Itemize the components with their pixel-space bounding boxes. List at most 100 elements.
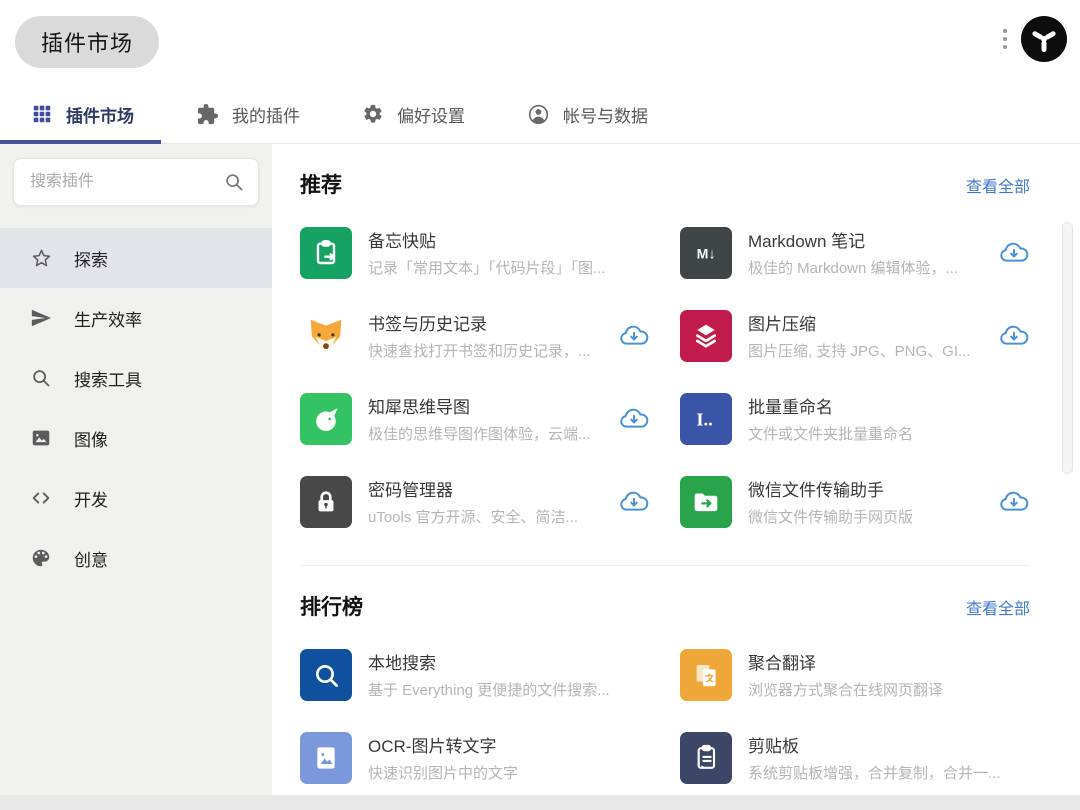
svg-text:I..: I.. <box>696 409 712 429</box>
plugin-grid: 备忘快贴 记录「常用文本」「代码片段」「图... <box>300 211 1030 543</box>
sidebar-item-label: 图像 <box>74 426 108 451</box>
plugin-card[interactable]: 微信文件传输助手 微信文件传输助手网页版 <box>680 460 1030 543</box>
utools-logo-icon <box>1021 16 1067 62</box>
view-all-link[interactable]: 查看全部 <box>966 173 1030 197</box>
plugin-card[interactable]: 本地搜索 基于 Everything 更便捷的文件搜索... <box>300 633 650 716</box>
sidebar-item-label: 开发 <box>74 486 108 511</box>
plugin-description: uTools 官方开源、安全、简洁... <box>368 506 606 527</box>
tab[interactable]: 我的插件 <box>165 85 331 143</box>
plugin-description: 极佳的 Markdown 编辑体验，... <box>748 257 986 278</box>
sidebar-item[interactable]: 图像 <box>0 408 272 468</box>
main-content: 推荐 查看全部 备忘快贴 记录「常用文本」「代码片段」「图... <box>272 144 1080 795</box>
sidebar-item-label: 生产效率 <box>74 306 142 331</box>
plugin-description: 快速查找打开书签和历史记录，... <box>368 340 606 361</box>
send-icon <box>29 307 53 329</box>
sidebar-item[interactable]: 创意 <box>0 528 272 588</box>
plugin-card[interactable]: 聚合翻译 浏览器方式聚合在线网页翻译 <box>680 633 1030 716</box>
plugin-section: 排行榜 查看全部 本地搜索 基于 Everything 更便捷的文件搜索... <box>272 566 1080 795</box>
lock-icon <box>300 476 352 528</box>
category-list: 探索 生产效率 搜索工具 图像 开发 创 <box>0 228 272 588</box>
sidebar-item[interactable]: 探索 <box>0 228 272 288</box>
plugin-description: 浏览器方式聚合在线网页翻译 <box>748 679 1030 700</box>
plugin-card[interactable]: M↓ Markdown 笔记 极佳的 Markdown 编辑体验，... <box>680 211 1030 294</box>
window-bottom-edge <box>0 795 1080 810</box>
account-icon <box>527 103 550 126</box>
tab-label: 偏好设置 <box>397 102 465 127</box>
scrollbar-thumb[interactable] <box>1062 222 1073 474</box>
fox-icon <box>300 310 352 362</box>
header: 插件市场 <box>0 0 1080 85</box>
plugin-name: 聚合翻译 <box>748 649 1030 674</box>
plugin-card[interactable]: 密码管理器 uTools 官方开源、安全、简洁... <box>300 460 650 543</box>
clipboard-export-icon <box>300 227 352 279</box>
cloud-download-icon[interactable] <box>998 323 1030 348</box>
plugin-name: 本地搜索 <box>368 649 650 674</box>
tab-label: 我的插件 <box>232 102 300 127</box>
grid-icon <box>31 103 53 125</box>
tab[interactable]: 偏好设置 <box>331 85 496 143</box>
sidebar-item-label: 创意 <box>74 546 108 571</box>
section-title: 推荐 <box>300 169 342 199</box>
translate-icon <box>680 649 732 701</box>
plugin-name: 批量重命名 <box>748 393 1030 418</box>
plugin-description: 记录「常用文本」「代码片段」「图... <box>368 257 650 278</box>
plugin-section: 推荐 查看全部 备忘快贴 记录「常用文本」「代码片段」「图... <box>272 144 1080 566</box>
plugin-description: 文件或文件夹批量重命名 <box>748 423 1030 444</box>
puzzle-icon <box>196 103 219 126</box>
plugin-name: 图片压缩 <box>748 310 986 335</box>
svg-text:M↓: M↓ <box>697 246 716 262</box>
sidebar: 探索 生产效率 搜索工具 图像 开发 创 <box>0 144 272 795</box>
plugin-name: 知犀思维导图 <box>368 393 606 418</box>
sidebar-item[interactable]: 开发 <box>0 468 272 528</box>
plugin-card[interactable]: 书签与历史记录 快速查找打开书签和历史记录，... <box>300 294 650 377</box>
search-icon <box>223 171 245 198</box>
code-icon <box>29 487 53 509</box>
sidebar-item[interactable]: 生产效率 <box>0 288 272 348</box>
tab[interactable]: 插件市场 <box>0 85 165 143</box>
cloud-download-icon[interactable] <box>998 240 1030 265</box>
rhino-icon <box>300 393 352 445</box>
tab[interactable]: 帐号与数据 <box>496 85 679 143</box>
cloud-download-icon[interactable] <box>618 489 650 514</box>
cloud-download-icon[interactable] <box>618 323 650 348</box>
plugin-name: 备忘快贴 <box>368 227 650 252</box>
plugin-description: 快速识别图片中的文字 <box>368 762 650 783</box>
plugin-card[interactable]: 剪贴板 系统剪贴板增强，合并复制，合并一... <box>680 716 1030 795</box>
rename-icon: I.. <box>680 393 732 445</box>
plugin-description: 图片压缩, 支持 JPG、PNG、GI... <box>748 340 986 361</box>
plugin-name: OCR-图片转文字 <box>368 732 650 757</box>
plugin-description: 极佳的思维导图作图体验，云端... <box>368 423 606 444</box>
plugin-name: 微信文件传输助手 <box>748 476 986 501</box>
section-title: 排行榜 <box>300 591 363 621</box>
clipboard-pen-icon <box>680 732 732 784</box>
plugin-grid: 本地搜索 基于 Everything 更便捷的文件搜索... <box>300 633 1030 795</box>
search-icon <box>29 367 53 389</box>
ocr-icon <box>300 732 352 784</box>
tab-bar: 插件市场 我的插件 偏好设置 帐号与数据 <box>0 85 1080 144</box>
tab-label: 插件市场 <box>66 102 134 127</box>
page-title: 插件市场 <box>15 16 159 68</box>
markdown-icon: M↓ <box>680 227 732 279</box>
plugin-card[interactable]: 备忘快贴 记录「常用文本」「代码片段」「图... <box>300 211 650 294</box>
plugin-card[interactable]: 图片压缩 图片压缩, 支持 JPG、PNG、GI... <box>680 294 1030 377</box>
sidebar-item[interactable]: 搜索工具 <box>0 348 272 408</box>
plugin-description: 系统剪贴板增强，合并复制，合并一... <box>748 762 1030 783</box>
gear-icon <box>362 103 384 125</box>
cloud-download-icon[interactable] <box>618 406 650 431</box>
folder-send-icon <box>680 476 732 528</box>
plugin-card[interactable]: OCR-图片转文字 快速识别图片中的文字 <box>300 716 650 795</box>
sidebar-item-label: 探索 <box>74 246 108 271</box>
plugin-name: 密码管理器 <box>368 476 606 501</box>
tab-label: 帐号与数据 <box>563 102 648 127</box>
cloud-download-icon[interactable] <box>998 489 1030 514</box>
plugin-description: 基于 Everything 更便捷的文件搜索... <box>368 679 650 700</box>
star-icon <box>29 247 53 270</box>
view-all-link[interactable]: 查看全部 <box>966 595 1030 619</box>
palette-icon <box>29 547 53 569</box>
more-menu-icon[interactable] <box>998 17 1012 61</box>
plugin-card[interactable]: 知犀思维导图 极佳的思维导图作图体验，云端... <box>300 377 650 460</box>
image-icon <box>29 427 53 449</box>
plugin-name: Markdown 笔记 <box>748 227 986 252</box>
plugin-card[interactable]: I.. 批量重命名 文件或文件夹批量重命名 <box>680 377 1030 460</box>
plugin-name: 书签与历史记录 <box>368 310 606 335</box>
